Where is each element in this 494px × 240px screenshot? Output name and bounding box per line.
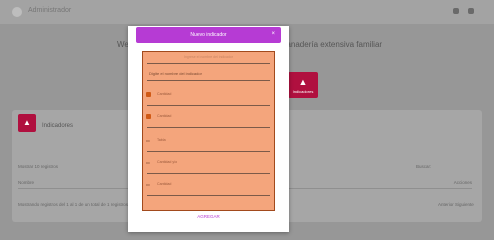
modal-title: Nuevo indicador (190, 32, 227, 38)
show-records-label[interactable]: Mostrar 10 registros (18, 164, 58, 169)
top-bar: Administrador (0, 0, 494, 24)
add-button[interactable]: AGREGAR (128, 214, 289, 219)
table-icon: ▭ (146, 182, 150, 187)
field-5[interactable]: Cantidad (157, 182, 171, 186)
search-label[interactable]: Buscar: (416, 164, 431, 169)
field-icon (146, 114, 151, 119)
column-actions: Acciones (453, 180, 472, 185)
back-icon[interactable] (12, 7, 22, 17)
field-1[interactable]: Cantidad (157, 92, 171, 96)
table-icon: ▭ (146, 138, 150, 143)
divider (147, 63, 270, 64)
field-icon (146, 92, 151, 97)
app-title: Administrador (28, 7, 72, 14)
field-underline (147, 173, 270, 174)
field-underline (147, 151, 270, 152)
indicator-form: Ingrese el nombre del indicador Digite e… (142, 51, 275, 211)
field-underline (147, 105, 270, 106)
name-input[interactable]: Digite el nombre del indicador (149, 71, 202, 76)
form-hint: Ingrese el nombre del indicador (183, 55, 234, 59)
table-icon: ▭ (146, 160, 150, 165)
page-heading-right: panadería extensiva familiar (282, 40, 383, 49)
indicators-tile[interactable]: ▲ Indicadores (288, 72, 318, 98)
field-2[interactable]: Cantidad (157, 114, 171, 118)
chart-icon: ▲ (298, 77, 308, 87)
user-icon[interactable] (468, 8, 474, 14)
field-underline (147, 127, 270, 128)
tile-label: Indicadores (292, 89, 314, 94)
column-name[interactable]: Nombre (18, 180, 34, 185)
card-chart-icon: ▲ (18, 114, 36, 132)
new-indicator-modal: Nuevo indicador × Ingrese el nombre del … (128, 26, 289, 232)
modal-header: Nuevo indicador × (136, 27, 281, 43)
notification-icon[interactable] (453, 8, 459, 14)
close-icon[interactable]: × (271, 31, 275, 37)
table-info: Mostrando registros del 1 al 1 de un tot… (18, 202, 129, 207)
field-3[interactable]: Tabla (157, 138, 166, 142)
field-4[interactable]: Cantidad y/o (157, 160, 177, 164)
pagination[interactable]: Anterior Siguiente (438, 202, 474, 207)
card-title: Indicadores (42, 123, 74, 129)
name-input-underline (147, 80, 270, 81)
field-underline (147, 195, 270, 196)
